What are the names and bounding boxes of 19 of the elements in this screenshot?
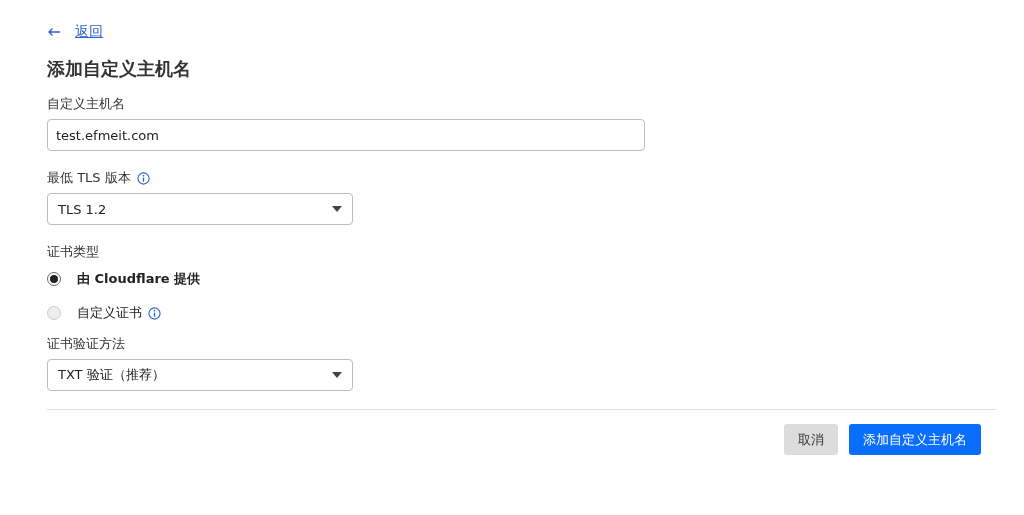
- radio-button[interactable]: [47, 272, 61, 286]
- field-label: 自定义主机名: [47, 95, 125, 113]
- field-label: 证书类型: [47, 243, 99, 261]
- info-icon[interactable]: [148, 306, 161, 320]
- hostname-input[interactable]: test.efmeit.com: [47, 119, 645, 151]
- caret-icon: [332, 206, 342, 212]
- back-link[interactable]: 返回: [75, 23, 103, 41]
- field-label: 最低 TLS 版本: [47, 169, 131, 187]
- radio-label[interactable]: 由 Cloudflare 提供: [77, 270, 201, 288]
- submit-button[interactable]: 添加自定义主机名: [849, 424, 981, 455]
- validation-method-dropdown[interactable]: TXT 验证（推荐）: [47, 359, 353, 391]
- radio-label[interactable]: 自定义证书: [77, 304, 142, 322]
- tls-version-dropdown[interactable]: TLS 1.2: [47, 193, 353, 225]
- page-title: 添加自定义主机名: [47, 57, 192, 81]
- caret-icon: [332, 372, 342, 378]
- cancel-button[interactable]: 取消: [784, 424, 838, 455]
- field-label: 证书验证方法: [47, 335, 125, 353]
- info-icon[interactable]: [136, 171, 150, 185]
- back-arrow-icon[interactable]: [47, 27, 61, 37]
